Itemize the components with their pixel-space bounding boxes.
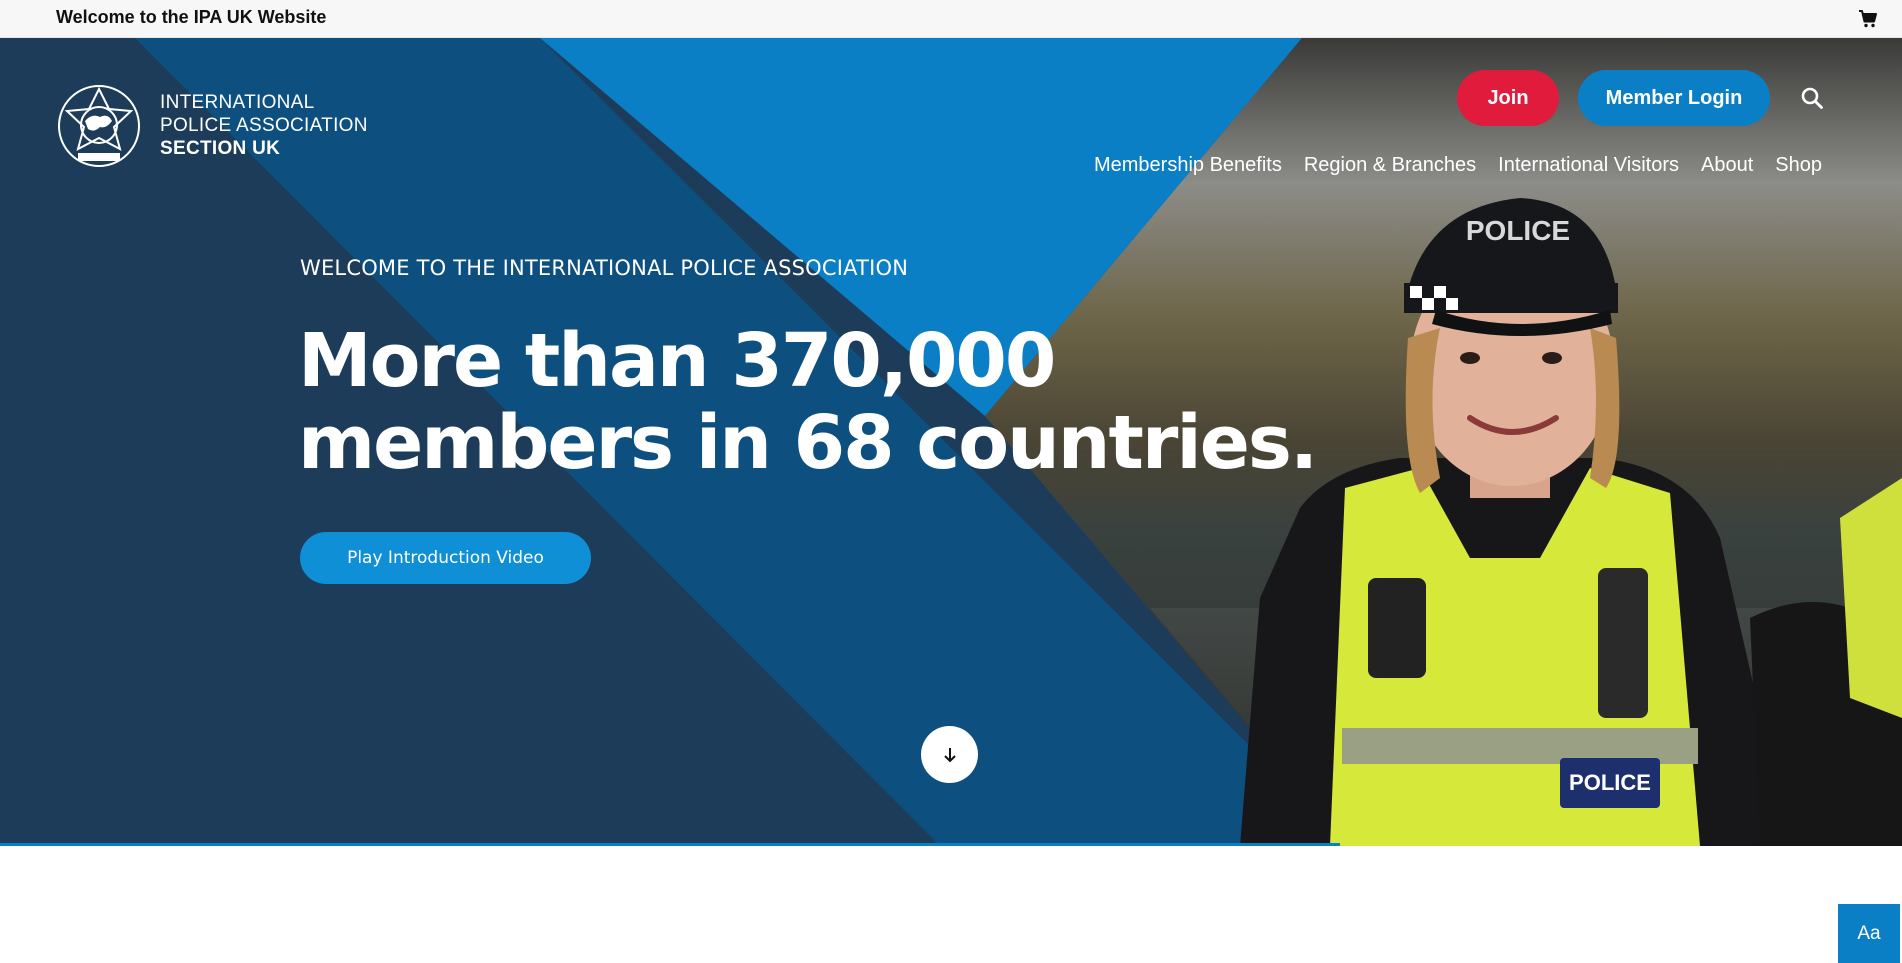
- topbar-message: Welcome to the IPA UK Website: [56, 7, 327, 27]
- join-button[interactable]: Join: [1457, 70, 1559, 126]
- logo-line3: SECTION UK: [160, 138, 281, 159]
- headline-line2: members in 68 countries.: [298, 400, 1318, 486]
- nav-membership-benefits[interactable]: Membership Benefits: [1094, 154, 1282, 177]
- hero-divider: [0, 843, 1340, 846]
- nav-about[interactable]: About: [1701, 154, 1753, 177]
- hero-kicker: WELCOME TO THE INTERNATIONAL POLICE ASSO…: [300, 256, 909, 280]
- accessibility-button[interactable]: Aa: [1838, 904, 1900, 963]
- shopping-cart-icon[interactable]: [1858, 9, 1878, 29]
- play-video-button[interactable]: Play Introduction Video: [300, 532, 591, 584]
- vest-badge-text: POLICE: [1569, 770, 1651, 795]
- member-login-button[interactable]: Member Login: [1578, 70, 1770, 126]
- scroll-down-button[interactable]: [921, 726, 978, 783]
- cap-text: POLICE: [1466, 215, 1570, 246]
- nav-region-branches[interactable]: Region & Branches: [1304, 154, 1476, 177]
- nav-shop[interactable]: Shop: [1775, 154, 1822, 177]
- logo-line2: POLICE ASSOCIATION: [160, 115, 368, 136]
- ipa-emblem-logo[interactable]: [56, 83, 142, 169]
- top-announcement-bar: Welcome to the IPA UK Website: [0, 0, 1902, 38]
- arrow-down-icon: [943, 747, 956, 762]
- hero-section: POLICE POLICE INTERNATIONAL POLICE ASSOC…: [0, 38, 1902, 846]
- nav-international-visitors[interactable]: International Visitors: [1498, 154, 1679, 177]
- headline-line1: More than 370,000: [298, 318, 1056, 404]
- hero-headline: More than 370,000 members in 68 countrie…: [298, 320, 1348, 484]
- main-navigation: Membership Benefits Region & Branches In…: [1094, 154, 1822, 177]
- logo-line1: INTERNATIONAL: [160, 92, 315, 113]
- search-icon[interactable]: [1800, 86, 1824, 110]
- logo-text[interactable]: INTERNATIONAL POLICE ASSOCIATION SECTION…: [160, 91, 368, 160]
